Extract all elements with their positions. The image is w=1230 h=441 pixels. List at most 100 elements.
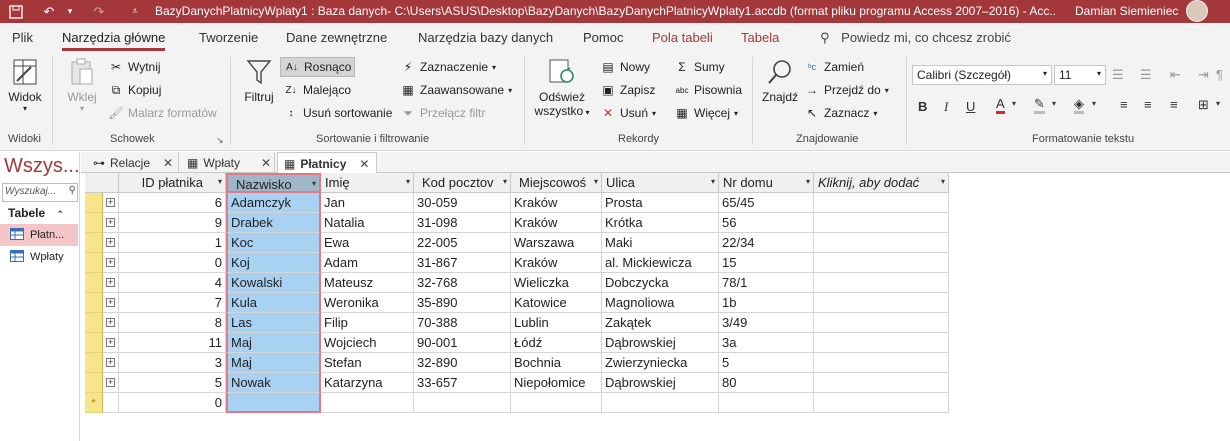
col-id-cell[interactable]: 0 — [119, 393, 226, 413]
fill-color-icon[interactable]: ◈ — [1074, 97, 1084, 114]
redo-icon[interactable]: ↷ — [88, 0, 110, 23]
col-nazwisko-header[interactable]: Nazwisko ▾ — [226, 173, 321, 193]
expand-subdatasheet[interactable]: + — [103, 353, 119, 373]
col-ulica-cell[interactable]: al. Mickiewicza — [602, 253, 719, 273]
toggle-filter-button[interactable]: ⏷ Przełącz filtr — [400, 105, 485, 121]
col-kod-cell[interactable]: 31-098 — [414, 213, 511, 233]
col-ulica-cell[interactable]: Magnoliowa — [602, 293, 719, 313]
totals-button[interactable]: Σ Sumy — [674, 59, 724, 75]
col-nr-domu-cell[interactable]: 1b — [719, 293, 814, 313]
table-row[interactable]: +7 Kula Weronika 35-890 Katowice Magnoliowa 1b — [85, 293, 955, 313]
col-imie-cell[interactable]: Mateusz — [321, 273, 414, 293]
col-id-cell[interactable]: 6 — [119, 193, 226, 213]
record-selector[interactable]: * — [85, 393, 103, 413]
table-row[interactable]: +1 Koc Ewa 22-005 Warszawa Maki 22/34 — [85, 233, 955, 253]
col-miejscowosc-cell[interactable] — [511, 393, 602, 413]
col-nazwisko-cell[interactable]: Koc — [226, 233, 321, 253]
align-right-icon[interactable]: ≡ — [1170, 97, 1178, 112]
paste-button[interactable]: Wklej ▾ — [62, 57, 102, 113]
remove-sort-button[interactable]: ↕ Usuń sortowanie — [283, 105, 393, 121]
chevron-down-icon[interactable]: ▾ — [503, 177, 507, 186]
col-nazwisko-cell[interactable]: Maj — [226, 353, 321, 373]
tab-dane-zewnetrzne[interactable]: Dane zewnętrzne — [286, 30, 387, 45]
align-center-icon[interactable]: ≡ — [1144, 97, 1152, 112]
col-nazwisko-cell[interactable]: Koj — [226, 253, 321, 273]
chevron-down-icon[interactable]: ▾ — [218, 177, 222, 186]
record-selector[interactable] — [85, 353, 103, 373]
col-id-header[interactable]: ID płatnika ▾ — [119, 173, 226, 193]
col-nazwisko-cell[interactable]: Adamczyk — [226, 193, 321, 213]
col-id-cell[interactable]: 7 — [119, 293, 226, 313]
font-color-icon[interactable]: A — [996, 97, 1005, 114]
filter-button[interactable]: Filtruj — [240, 57, 278, 104]
col-nr-domu-cell[interactable]: 3/49 — [719, 313, 814, 333]
tab-tworzenie[interactable]: Tworzenie — [199, 30, 258, 45]
nav-search-input[interactable]: Wyszukaj... ⚲ — [2, 183, 78, 202]
col-kod-cell[interactable]: 32-768 — [414, 273, 511, 293]
chevron-down-icon[interactable]: ▾ — [406, 177, 410, 186]
col-id-cell[interactable]: 8 — [119, 313, 226, 333]
col-imie-cell[interactable]: Adam — [321, 253, 414, 273]
select-button[interactable]: ↖ Zaznacz ▾ — [804, 105, 877, 121]
col-imie-cell[interactable]: Natalia — [321, 213, 414, 233]
col-miejscowosc-cell[interactable]: Warszawa — [511, 233, 602, 253]
col-imie-cell[interactable]: Weronika — [321, 293, 414, 313]
delete-record-button[interactable]: ✕ Usuń ▾ — [600, 105, 656, 121]
col-miejscowosc-cell[interactable]: Niepołomice — [511, 373, 602, 393]
avatar[interactable] — [1186, 0, 1208, 22]
col-id-cell[interactable]: 3 — [119, 353, 226, 373]
col-miejscowosc-cell[interactable]: Wieliczka — [511, 273, 602, 293]
selection-button[interactable]: ⚡ Zaznaczenie ▾ — [400, 59, 496, 75]
decrease-indent-icon[interactable]: ⇤ — [1170, 67, 1181, 83]
col-ulica-cell[interactable] — [602, 393, 719, 413]
col-miejscowosc-cell[interactable]: Kraków — [511, 253, 602, 273]
tab-relacje[interactable]: ⊶ Relacje ✕ — [87, 152, 179, 173]
tab-narzedzia-glowne[interactable]: Narzędzia główne — [62, 30, 166, 51]
col-nr-domu-cell[interactable] — [719, 393, 814, 413]
save-record-button[interactable]: ▣ Zapisz — [600, 82, 655, 98]
cut-button[interactable]: ✂ Wytnij — [108, 59, 161, 75]
col-id-cell[interactable]: 9 — [119, 213, 226, 233]
chevron-down-icon[interactable]: ▾ — [711, 177, 715, 186]
expand-subdatasheet[interactable]: + — [103, 313, 119, 333]
col-miejscowosc-header[interactable]: Miejscowoś ▾ — [511, 173, 602, 193]
col-ulica-cell[interactable]: Dobczycka — [602, 273, 719, 293]
col-miejscowosc-cell[interactable]: Bochnia — [511, 353, 602, 373]
numbering-icon[interactable]: ☰ — [1140, 67, 1152, 83]
record-selector[interactable] — [85, 253, 103, 273]
bold-icon[interactable]: B — [918, 99, 927, 114]
col-nr-domu-cell[interactable]: 65/45 — [719, 193, 814, 213]
col-nr-domu-cell[interactable]: 3a — [719, 333, 814, 353]
table-row[interactable]: +11 Maj Wojciech 90-001 Łódź Dąbrowskiej 3a — [85, 333, 955, 353]
table-row[interactable]: +0 Koj Adam 31-867 Kraków al. Mickiewicza 15 — [85, 253, 955, 273]
col-kod-cell[interactable]: 33-657 — [414, 373, 511, 393]
col-imie-header[interactable]: Imię ▾ — [321, 173, 414, 193]
col-ulica-cell[interactable]: Krótka — [602, 213, 719, 233]
col-kod-cell[interactable]: 32-890 — [414, 353, 511, 373]
tab-pola-tabeli[interactable]: Pola tabeli — [652, 30, 713, 45]
select-all-corner[interactable] — [85, 173, 119, 193]
table-row[interactable]: +5 Nowak Katarzyna 33-657 Niepołomice Dąbrows… — [85, 373, 955, 393]
col-nr-domu-cell[interactable]: 5 — [719, 353, 814, 373]
table-row[interactable]: +6 Adamczyk Jan 30-059 Kraków Prosta 65/45 — [85, 193, 955, 213]
table-row[interactable]: +9 Drabek Natalia 31-098 Kraków Krótka 56 — [85, 213, 955, 233]
col-miejscowosc-cell[interactable]: Lublin — [511, 313, 602, 333]
tab-platnicy[interactable]: ▦ Płatnicy ✕ — [277, 152, 377, 174]
col-id-cell[interactable]: 5 — [119, 373, 226, 393]
col-imie-cell[interactable]: Ewa — [321, 233, 414, 253]
record-selector[interactable] — [85, 313, 103, 333]
col-id-cell[interactable]: 1 — [119, 233, 226, 253]
highlight-icon[interactable]: ✎ — [1034, 97, 1045, 114]
chevron-down-icon[interactable]: ▾ — [806, 177, 810, 186]
col-nazwisko-cell[interactable]: Kowalski — [226, 273, 321, 293]
tell-me-box[interactable]: ⚲ Powiedz mi, co chcesz zrobić — [820, 30, 1011, 46]
chevron-down-icon[interactable]: ▾ — [594, 177, 598, 186]
close-icon[interactable]: ✕ — [261, 156, 271, 170]
italic-icon[interactable]: I — [944, 99, 948, 115]
tab-wplaty[interactable]: ▦ Wpłaty ✕ — [181, 152, 275, 173]
nav-header[interactable]: Wszys... — [4, 155, 80, 178]
col-nr-domu-cell[interactable]: 78/1 — [719, 273, 814, 293]
col-imie-cell[interactable]: Katarzyna — [321, 373, 414, 393]
col-ulica-cell[interactable]: Dąbrowskiej — [602, 333, 719, 353]
col-imie-cell[interactable]: Filip — [321, 313, 414, 333]
